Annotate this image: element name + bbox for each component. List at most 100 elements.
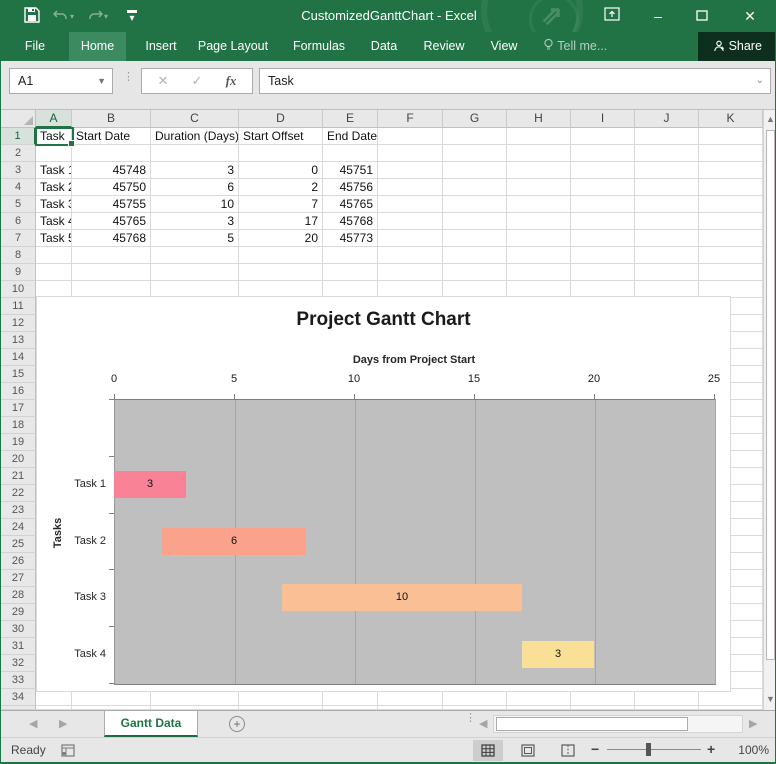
cell-C7[interactable]: 5 <box>151 230 239 247</box>
column-header-A[interactable]: A <box>36 110 72 128</box>
cell-C3[interactable]: 3 <box>151 162 239 179</box>
cell-G2[interactable] <box>443 145 507 162</box>
row-header-3[interactable]: 3 <box>1 162 36 179</box>
hscroll-left-icon[interactable]: ◀ <box>479 717 487 730</box>
cell-G1[interactable] <box>443 128 507 145</box>
cell-D8[interactable] <box>239 247 323 264</box>
cell-I6[interactable] <box>571 213 635 230</box>
row-header-8[interactable]: 8 <box>1 247 36 264</box>
cell-H2[interactable] <box>507 145 571 162</box>
row-header-27[interactable]: 27 <box>1 570 36 587</box>
cell-A7[interactable]: Task 5 <box>36 230 72 247</box>
cell-A9[interactable] <box>36 264 72 281</box>
cell-D3[interactable]: 0 <box>239 162 323 179</box>
cell-B6[interactable]: 45765 <box>72 213 151 230</box>
row-header-29[interactable]: 29 <box>1 604 36 621</box>
row-header-26[interactable]: 26 <box>1 553 36 570</box>
cell-J2[interactable] <box>635 145 699 162</box>
cell-G4[interactable] <box>443 179 507 196</box>
share-button[interactable]: Share <box>698 32 776 61</box>
cell-A5[interactable]: Task 3 <box>36 196 72 213</box>
cell-A8[interactable] <box>36 247 72 264</box>
scroll-down-icon[interactable]: ▼ <box>764 694 776 704</box>
cell-F4[interactable] <box>378 179 443 196</box>
column-header-I[interactable]: I <box>571 110 635 128</box>
row-header-11[interactable]: 11 <box>1 298 36 315</box>
cell-A3[interactable]: Task 1 <box>36 162 72 179</box>
zoom-slider-track[interactable] <box>607 749 701 750</box>
cell-G3[interactable] <box>443 162 507 179</box>
cell-I1[interactable] <box>571 128 635 145</box>
page-break-preview-button[interactable] <box>553 740 583 761</box>
column-header-H[interactable]: H <box>507 110 571 128</box>
cell-F2[interactable] <box>378 145 443 162</box>
row-header-22[interactable]: 22 <box>1 485 36 502</box>
cell-K4[interactable] <box>699 179 763 196</box>
cell-D7[interactable]: 20 <box>239 230 323 247</box>
gantt-bar-task-3[interactable]: 10 <box>282 584 522 611</box>
cell-E9[interactable] <box>323 264 378 281</box>
cell-E8[interactable] <box>323 247 378 264</box>
gantt-bar-task-2[interactable]: 6 <box>162 528 306 555</box>
new-sheet-button[interactable]: + <box>229 716 245 732</box>
zoom-out-button[interactable]: − <box>591 741 599 757</box>
cell-F7[interactable] <box>378 230 443 247</box>
cell-C6[interactable]: 3 <box>151 213 239 230</box>
cell-H8[interactable] <box>507 247 571 264</box>
cell-K7[interactable] <box>699 230 763 247</box>
cell-D5[interactable]: 7 <box>239 196 323 213</box>
cell-C5[interactable]: 10 <box>151 196 239 213</box>
cell-J7[interactable] <box>635 230 699 247</box>
vertical-scroll-thumb[interactable] <box>766 130 775 660</box>
row-header-28[interactable]: 28 <box>1 587 36 604</box>
sheet-tab-gantt-data[interactable]: Gantt Data <box>104 711 198 737</box>
column-header-G[interactable]: G <box>443 110 507 128</box>
cell-F8[interactable] <box>378 247 443 264</box>
cell-H1[interactable] <box>507 128 571 145</box>
horizontal-scroll-thumb[interactable] <box>496 717 688 731</box>
cell-G8[interactable] <box>443 247 507 264</box>
cell-I9[interactable] <box>571 264 635 281</box>
cell-A4[interactable]: Task 2 <box>36 179 72 196</box>
cell-B3[interactable]: 45748 <box>72 162 151 179</box>
ribbon-tab-formulas[interactable]: Formulas <box>288 32 350 61</box>
row-header-13[interactable]: 13 <box>1 332 36 349</box>
zoom-slider-thumb[interactable] <box>646 743 651 756</box>
column-header-D[interactable]: D <box>239 110 323 128</box>
row-header-14[interactable]: 14 <box>1 349 36 366</box>
cell-B4[interactable]: 45750 <box>72 179 151 196</box>
formula-bar-expand-icon[interactable]: ⌄ <box>756 69 764 93</box>
cell-D1[interactable]: Start Offset <box>239 128 323 145</box>
tab-bar-splitter[interactable]: ⋮ <box>465 715 476 721</box>
column-header-C[interactable]: C <box>151 110 239 128</box>
cell-J8[interactable] <box>635 247 699 264</box>
cell-J5[interactable] <box>635 196 699 213</box>
cell-G6[interactable] <box>443 213 507 230</box>
cell-I3[interactable] <box>571 162 635 179</box>
row-header-2[interactable]: 2 <box>1 145 36 162</box>
ribbon-tab-home[interactable]: Home <box>69 32 126 61</box>
row-header-15[interactable]: 15 <box>1 366 36 383</box>
cell-J6[interactable] <box>635 213 699 230</box>
cell-K3[interactable] <box>699 162 763 179</box>
cell-A2[interactable] <box>36 145 72 162</box>
cell-C4[interactable]: 6 <box>151 179 239 196</box>
row-header-16[interactable]: 16 <box>1 383 36 400</box>
cell-D2[interactable] <box>239 145 323 162</box>
hscroll-right-icon[interactable]: ▶ <box>749 717 757 730</box>
cell-E1[interactable]: End Date <box>323 128 378 145</box>
column-header-J[interactable]: J <box>635 110 699 128</box>
vertical-scrollbar[interactable]: ▲ ▼ <box>763 110 776 710</box>
zoom-in-button[interactable]: + <box>707 741 715 757</box>
cell-B1[interactable]: Start Date <box>72 128 151 145</box>
cell-B2[interactable] <box>72 145 151 162</box>
insert-function-button[interactable]: fx <box>216 69 246 93</box>
cell-J4[interactable] <box>635 179 699 196</box>
column-header-E[interactable]: E <box>323 110 378 128</box>
macro-record-button[interactable] <box>61 744 75 762</box>
cancel-button[interactable]: ✕ <box>148 69 178 93</box>
cell-B8[interactable] <box>72 247 151 264</box>
horizontal-scrollbar[interactable] <box>493 715 743 733</box>
ribbon-display-options-button[interactable] <box>599 4 625 28</box>
cell-H3[interactable] <box>507 162 571 179</box>
